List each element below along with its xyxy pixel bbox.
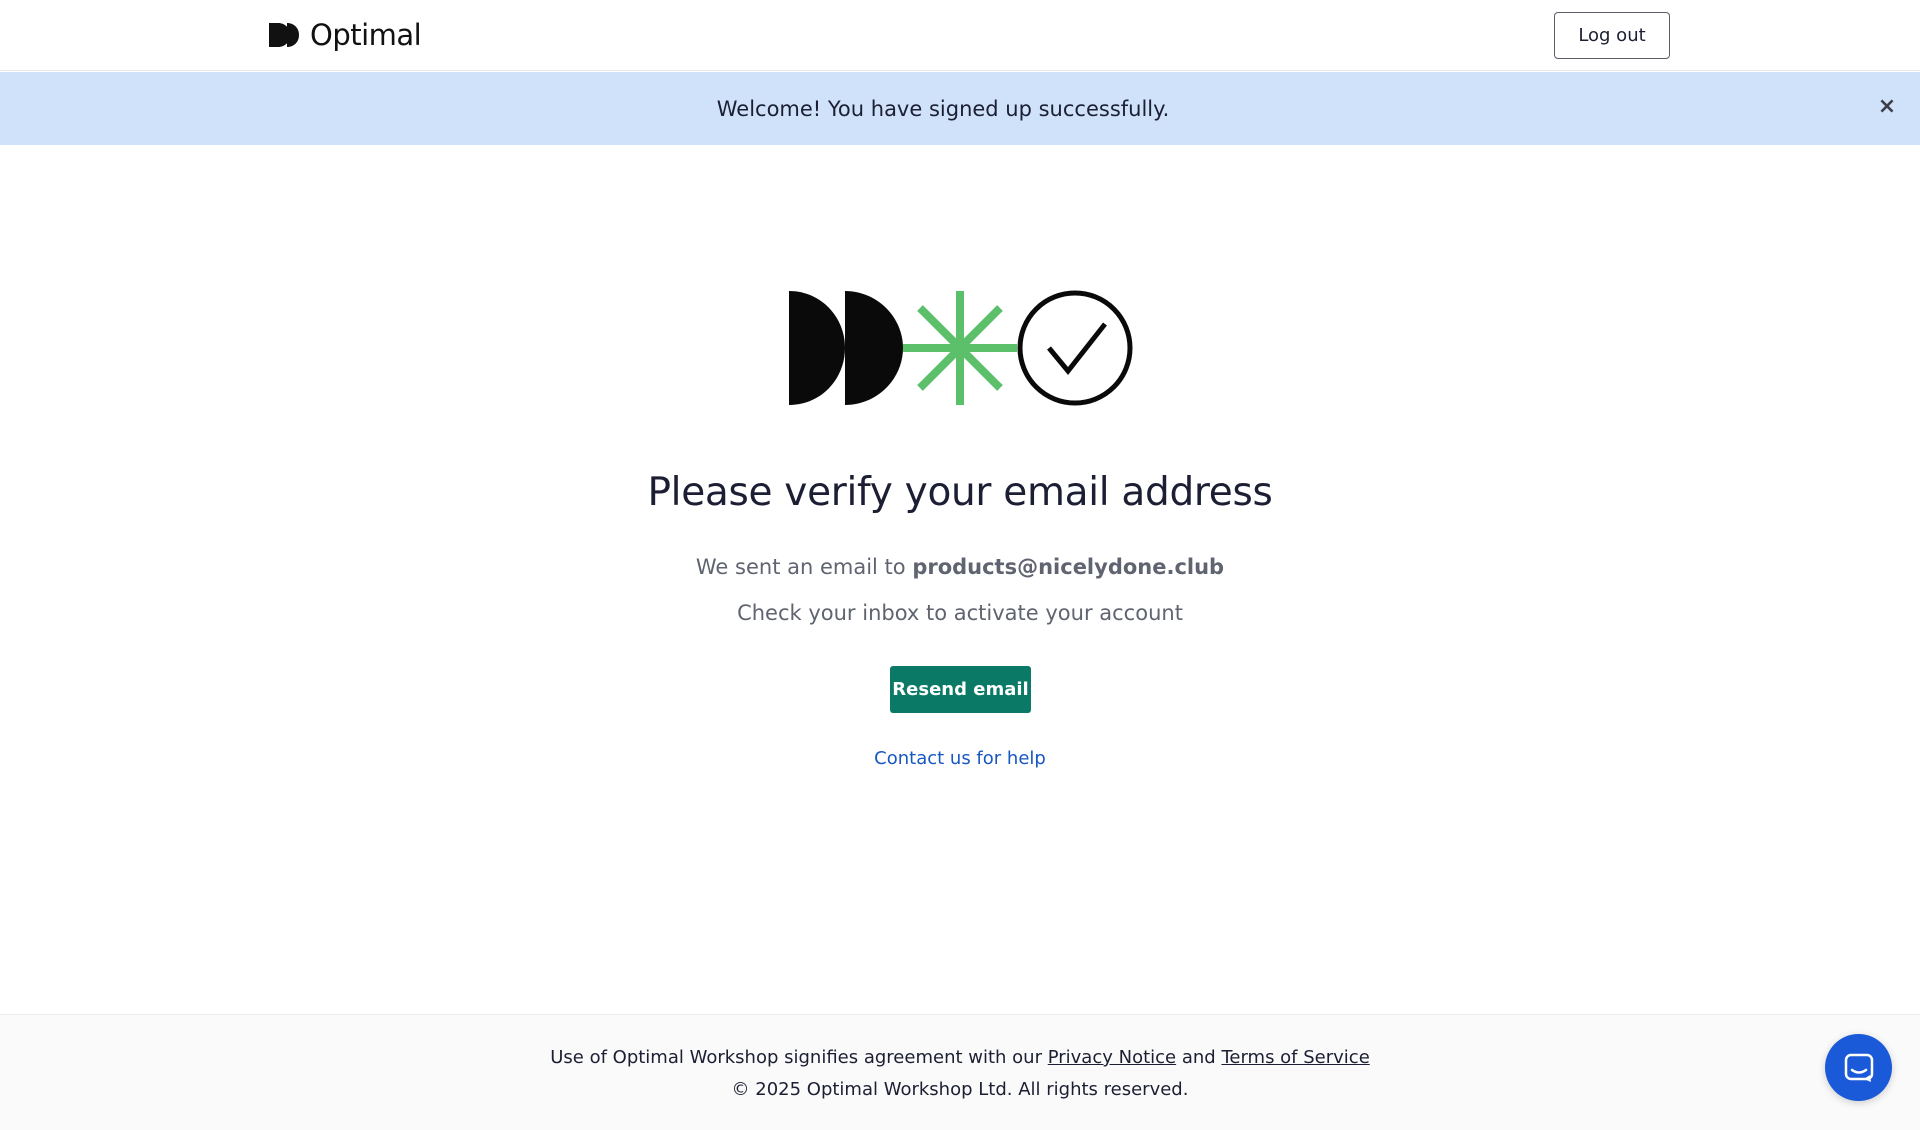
check-inbox-message: Check your inbox to activate your accoun… <box>737 601 1183 625</box>
agreement-text: Use of Optimal Workshop signifies agreem… <box>550 1047 1048 1068</box>
page-footer: Use of Optimal Workshop signifies agreem… <box>0 1014 1920 1130</box>
logout-button[interactable]: Log out <box>1554 12 1670 59</box>
half-circle-shape <box>845 291 903 405</box>
contact-help-link[interactable]: Contact us for help <box>874 748 1046 769</box>
chat-icon <box>1844 1053 1873 1082</box>
terms-of-service-link[interactable]: Terms of Service <box>1221 1047 1369 1068</box>
verify-illustration <box>789 290 1133 406</box>
asterisk-icon <box>903 291 1017 405</box>
brand-logo[interactable]: Optimal <box>268 16 422 54</box>
success-banner: Welcome! You have signed up successfully… <box>0 72 1920 145</box>
optimal-logo-icon <box>269 23 299 47</box>
sent-prefix: We sent an email to <box>695 555 913 579</box>
privacy-notice-link[interactable]: Privacy Notice <box>1048 1047 1176 1068</box>
chat-launcher-button[interactable] <box>1825 1034 1892 1101</box>
email-sent-message: We sent an email to products@nicelydone.… <box>0 555 1920 579</box>
resend-email-button[interactable]: Resend email <box>890 666 1031 713</box>
top-header: Optimal Log out <box>0 0 1920 71</box>
footer-copyright: © 2025 Optimal Workshop Ltd. All rights … <box>731 1079 1189 1100</box>
and-text: and <box>1176 1047 1222 1068</box>
half-circle-shape <box>789 291 845 405</box>
close-icon[interactable]: × <box>1876 95 1898 119</box>
help-link-container: Contact us for help <box>0 748 1920 769</box>
page-title: Please verify your email address <box>647 470 1273 515</box>
user-email: products@nicelydone.club <box>912 555 1225 579</box>
brand-name: Optimal <box>310 18 422 52</box>
check-circle-icon <box>1017 290 1133 406</box>
footer-agreement: Use of Optimal Workshop signifies agreem… <box>0 1047 1920 1068</box>
banner-message: Welcome! You have signed up successfully… <box>716 96 1170 121</box>
